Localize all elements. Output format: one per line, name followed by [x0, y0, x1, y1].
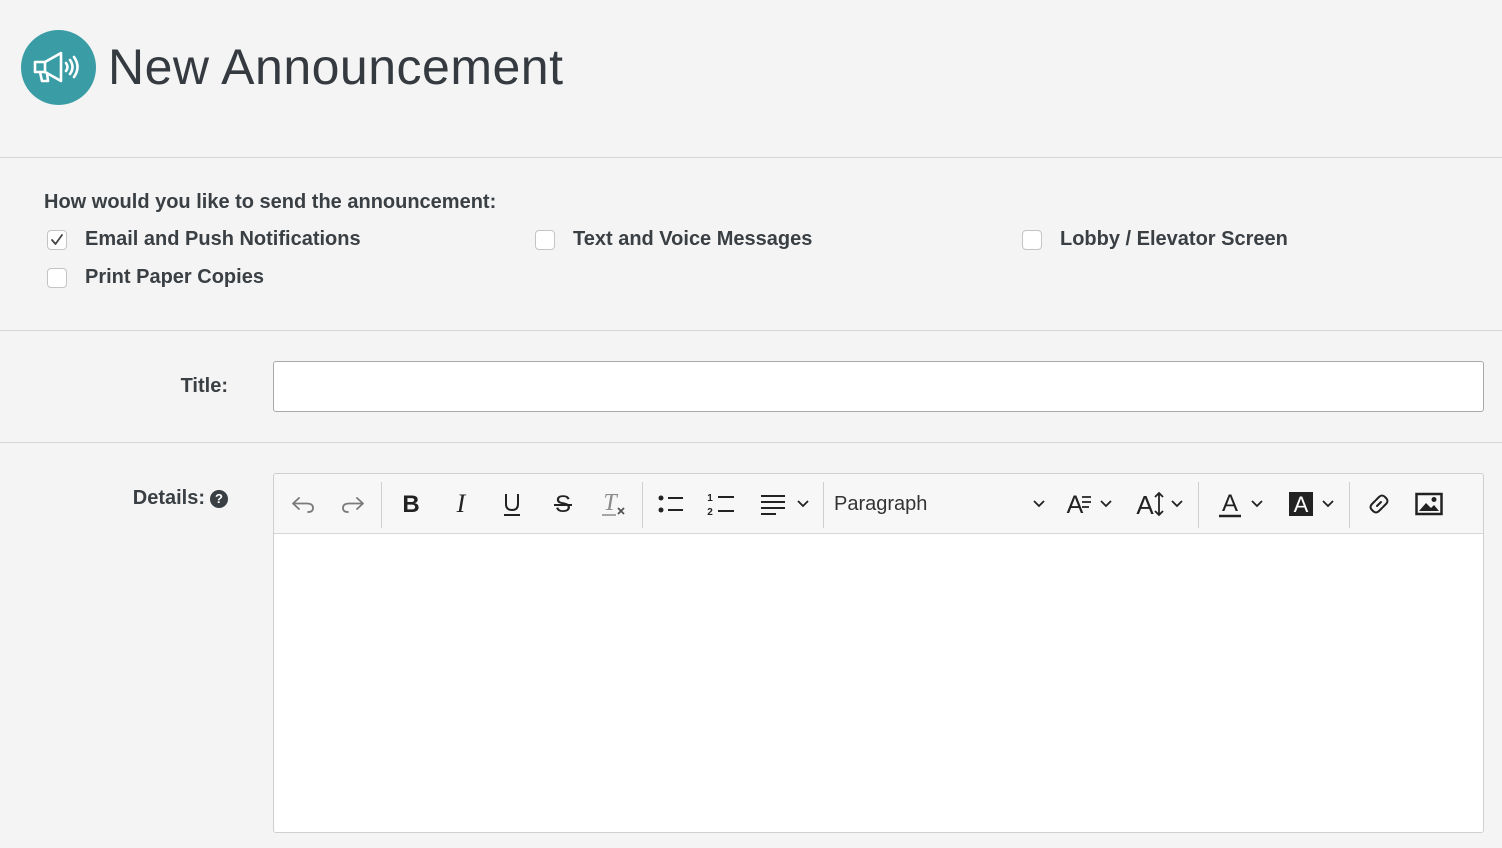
toolbar-divider	[823, 482, 824, 528]
chevron-down-icon	[1322, 500, 1334, 508]
underline-icon[interactable]	[495, 474, 529, 534]
link-icon[interactable]	[1362, 474, 1396, 534]
toolbar-divider	[1198, 482, 1199, 528]
checkbox-label[interactable]: Text and Voice Messages	[573, 228, 812, 251]
title-input[interactable]	[273, 361, 1484, 412]
checkbox-unchecked[interactable]	[47, 267, 67, 288]
send-options-section: How would you like to send the announcem…	[0, 158, 1502, 331]
chevron-down-icon	[1251, 500, 1263, 508]
image-icon[interactable]	[1412, 474, 1446, 534]
checkbox-label[interactable]: Email and Push Notifications	[85, 228, 361, 251]
details-label: Details:	[132, 487, 205, 509]
text-color-icon: A	[1219, 490, 1241, 518]
align-dropdown[interactable]	[756, 474, 814, 534]
numbered-list-icon[interactable]: 12	[704, 474, 738, 534]
checkbox-unchecked[interactable]	[1022, 229, 1042, 250]
page-header: New Announcement	[0, 0, 1502, 158]
bullet-list-icon[interactable]	[654, 474, 688, 534]
font-family-dropdown[interactable]: A	[1060, 474, 1118, 534]
details-section: Details:? B I S T 1 2 Paragraph A A A A	[0, 443, 1502, 848]
svg-text:T: T	[603, 491, 618, 516]
chevron-down-icon	[1033, 500, 1045, 508]
font-size-icon: A	[1136, 490, 1164, 518]
undo-icon[interactable]	[286, 474, 320, 534]
chevron-down-icon	[1171, 500, 1183, 508]
chevron-down-icon	[1100, 500, 1112, 508]
page-title: New Announcement	[108, 39, 564, 95]
text-color-dropdown[interactable]: A	[1212, 474, 1270, 534]
toolbar-divider	[642, 482, 643, 528]
details-label-wrap: Details:?	[133, 487, 228, 510]
title-section: Title:	[0, 331, 1502, 443]
font-family-icon: A	[1067, 491, 1091, 517]
checkbox-label[interactable]: Lobby / Elevator Screen	[1060, 228, 1288, 251]
question-circle-icon[interactable]: ?	[210, 489, 228, 508]
print-copies-checkbox[interactable]: Print Paper Copies	[47, 266, 264, 289]
font-size-dropdown[interactable]: A	[1131, 474, 1189, 534]
background-color-dropdown[interactable]: A	[1283, 474, 1341, 534]
bold-icon[interactable]: B	[394, 474, 428, 534]
align-icon	[761, 495, 785, 515]
toolbar-divider	[381, 482, 382, 528]
megaphone-icon	[21, 30, 96, 105]
checkbox-unchecked[interactable]	[535, 229, 555, 250]
svg-text:A: A	[1136, 490, 1154, 518]
editor-content-area[interactable]	[274, 534, 1483, 832]
lobby-screen-checkbox[interactable]: Lobby / Elevator Screen	[1022, 228, 1288, 251]
email-push-checkbox[interactable]: Email and Push Notifications	[47, 228, 361, 251]
checkbox-checked[interactable]	[47, 229, 67, 250]
block-format-value: Paragraph	[834, 492, 928, 515]
rich-text-editor: B I S T 12 Paragraph A A A A	[273, 473, 1484, 833]
strikethrough-icon[interactable]: S	[546, 474, 580, 534]
title-label: Title:	[180, 375, 228, 397]
svg-text:I: I	[456, 492, 467, 516]
send-options-label: How would you like to send the announcem…	[44, 191, 497, 213]
background-color-icon: A	[1289, 492, 1313, 517]
svg-text:A: A	[1222, 490, 1238, 517]
svg-text:2: 2	[707, 507, 713, 517]
svg-text:A: A	[1067, 491, 1084, 517]
text-voice-checkbox[interactable]: Text and Voice Messages	[535, 228, 812, 251]
clear-formatting-icon[interactable]: T	[597, 474, 631, 534]
redo-icon[interactable]	[336, 474, 370, 534]
svg-text:A: A	[1294, 492, 1309, 517]
chevron-down-icon	[797, 500, 809, 508]
toolbar-divider	[1349, 482, 1350, 528]
svg-text:B: B	[402, 492, 419, 516]
italic-icon[interactable]: I	[444, 474, 478, 534]
svg-text:1: 1	[707, 493, 713, 504]
editor-toolbar: B I S T 12 Paragraph A A A A	[274, 474, 1483, 534]
checkmark-icon	[51, 233, 63, 245]
block-format-select[interactable]: Paragraph	[834, 474, 1046, 534]
checkbox-label[interactable]: Print Paper Copies	[85, 266, 264, 289]
